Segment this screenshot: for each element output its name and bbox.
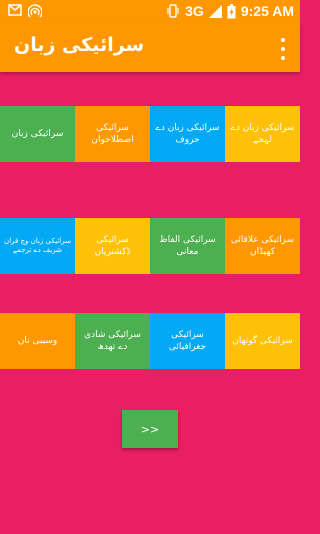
app-title: سرائیکی زبان [14, 34, 145, 56]
tile-row-1: سرائیکی زبان سرائیکی اصطلاحوان سرائیکی ز… [0, 106, 300, 162]
hotspot-icon [28, 4, 42, 18]
tile-huroof[interactable]: سرائیکی زبان دے حروف [150, 106, 225, 162]
tile-jughrafiai[interactable]: سرائیکی جغرافیائی [150, 313, 225, 369]
next-button[interactable]: >> [122, 410, 178, 448]
tile-quran-tarjumay[interactable]: سرائیکی زبان وچ قران شریف دے ترجمے [0, 218, 75, 274]
tile-row-2: سرائیکی زبان وچ قران شریف دے ترجمے سرائی… [0, 218, 300, 274]
tile-shadi[interactable]: سرائیکی شادی دے تھدھ [75, 313, 150, 369]
network-type: 3G [185, 3, 204, 19]
app-bar: سرائیکی زبان [0, 24, 300, 72]
tile-gothan[interactable]: سرائیکی گوتھاں [225, 313, 300, 369]
tile-row-3: وسیبی ناں سرائیکی شادی دے تھدھ سرائیکی ج… [0, 313, 300, 369]
status-bar: 3G 9:25 AM [0, 0, 300, 24]
tile-waseebi-naan[interactable]: وسیبی ناں [0, 313, 75, 369]
tile-dictionaries[interactable]: سرائیکی ڈکشنریاں [75, 218, 150, 274]
tile-alfaz-maani[interactable]: سرائیکی الفاظ معانی [150, 218, 225, 274]
vibrate-icon [166, 4, 180, 18]
battery-icon [227, 3, 236, 19]
tile-seraiki-zaban[interactable]: سرائیکی زبان [0, 106, 75, 162]
signal-icon [208, 4, 222, 18]
overflow-menu-icon[interactable] [272, 36, 294, 60]
tile-istilahat[interactable]: سرائیکی اصطلاحوان [75, 106, 150, 162]
tile-ilaqai-khedan[interactable]: سرائیکی علاقائی کھیڈاں [225, 218, 300, 274]
clock: 9:25 AM [240, 3, 294, 19]
mail-icon [8, 4, 22, 18]
tile-lehjay[interactable]: سرائیکی زبان دے لہجے [225, 106, 300, 162]
